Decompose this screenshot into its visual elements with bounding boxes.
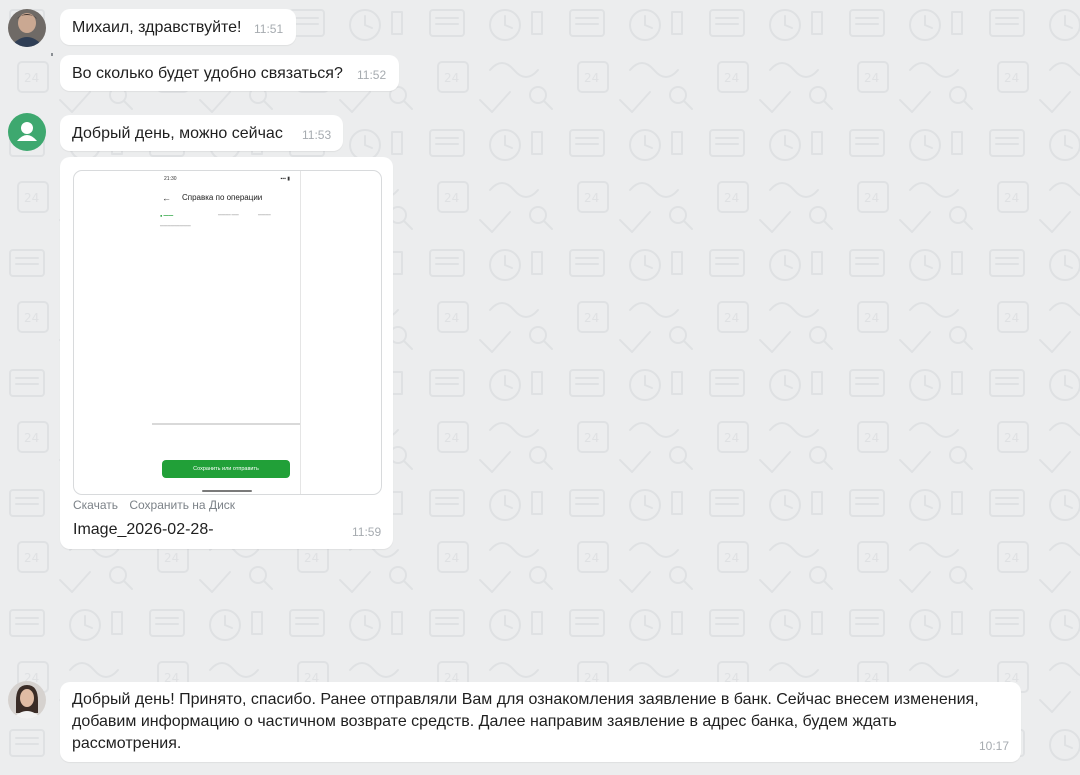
filename-redaction bbox=[220, 517, 320, 543]
message-text: Добрый день! Принято, спасибо. Ранее отп… bbox=[72, 691, 979, 752]
attachment-bubble[interactable]: 21:30 ▪▪▪ ▮ ← Справка по операции ● ━━━━… bbox=[60, 157, 393, 549]
message-text: Михаил, здравствуйте! bbox=[72, 19, 242, 36]
message-time: 10:17 bbox=[979, 739, 1010, 753]
preview-detail-lines: ━━━━━━━━━━━━━━━━━ bbox=[160, 224, 191, 228]
message-separator-mark bbox=[51, 53, 53, 56]
message-time: 11:59 bbox=[352, 525, 382, 539]
message-text: Во сколько будет удобно связаться? bbox=[72, 65, 343, 82]
preview-screen-title: Справка по операции bbox=[182, 193, 263, 202]
message-time: 11:52 bbox=[357, 68, 387, 82]
message-time: 11:51 bbox=[254, 22, 284, 36]
status-bar-icons: ▪▪▪ ▮ bbox=[280, 176, 290, 182]
user-silhouette-icon bbox=[17, 122, 37, 141]
download-link[interactable]: Скачать bbox=[73, 498, 118, 512]
preview-divider bbox=[152, 423, 300, 425]
message-time: 11:53 bbox=[302, 128, 332, 142]
default-user-avatar[interactable] bbox=[8, 113, 46, 151]
preview-status-icon: ● ━━━━ bbox=[160, 213, 174, 218]
back-arrow-icon: ← bbox=[162, 193, 171, 203]
attachment-actions: Скачать Сохранить на Диск bbox=[73, 498, 243, 512]
sender-avatar-photo[interactable] bbox=[8, 9, 46, 47]
message-bubble[interactable]: Добрый день, можно сейчас 11:53 bbox=[60, 115, 343, 151]
home-indicator bbox=[202, 490, 252, 492]
message-text: Добрый день, можно сейчас bbox=[72, 125, 283, 142]
preview-detail-lines: ━━━━━━━ ━━━━ bbox=[218, 213, 239, 217]
status-bar-time: 21:30 bbox=[164, 176, 177, 182]
phone-screenshot: 21:30 ▪▪▪ ▮ ← Справка по операции ● ━━━━… bbox=[152, 171, 301, 494]
message-bubble[interactable]: Добрый день! Принято, спасибо. Ранее отп… bbox=[60, 682, 1021, 762]
image-preview[interactable]: 21:30 ▪▪▪ ▮ ← Справка по операции ● ━━━━… bbox=[73, 170, 382, 495]
save-to-disk-link[interactable]: Сохранить на Диск bbox=[129, 498, 235, 512]
message-bubble[interactable]: Во сколько будет удобно связаться? 11:52 bbox=[60, 55, 399, 91]
preview-detail-lines: ━━━━━━━ bbox=[258, 213, 271, 217]
attachment-filename[interactable]: Image_2026-02-28- bbox=[73, 521, 214, 539]
preview-save-button: Сохранить или отправить bbox=[162, 460, 290, 478]
agent-avatar-photo[interactable] bbox=[8, 681, 46, 719]
message-bubble[interactable]: Михаил, здравствуйте! 11:51 bbox=[60, 9, 296, 45]
